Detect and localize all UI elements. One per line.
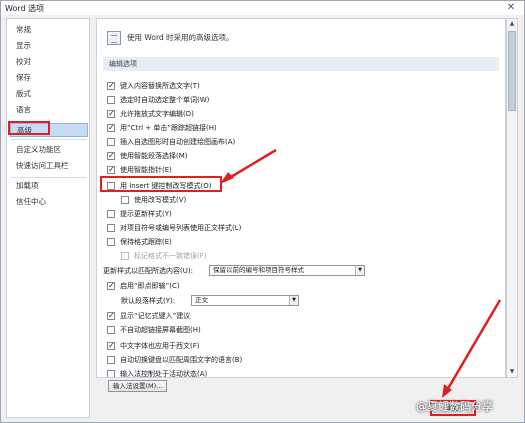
annotation-arrows	[220, 148, 502, 398]
watermark-text: @夏鲤数码分享	[416, 400, 493, 413]
arrow-to-ok-button	[444, 299, 502, 393]
arrow-to-insert-option	[225, 148, 277, 182]
arrow-head-icon	[220, 172, 234, 184]
